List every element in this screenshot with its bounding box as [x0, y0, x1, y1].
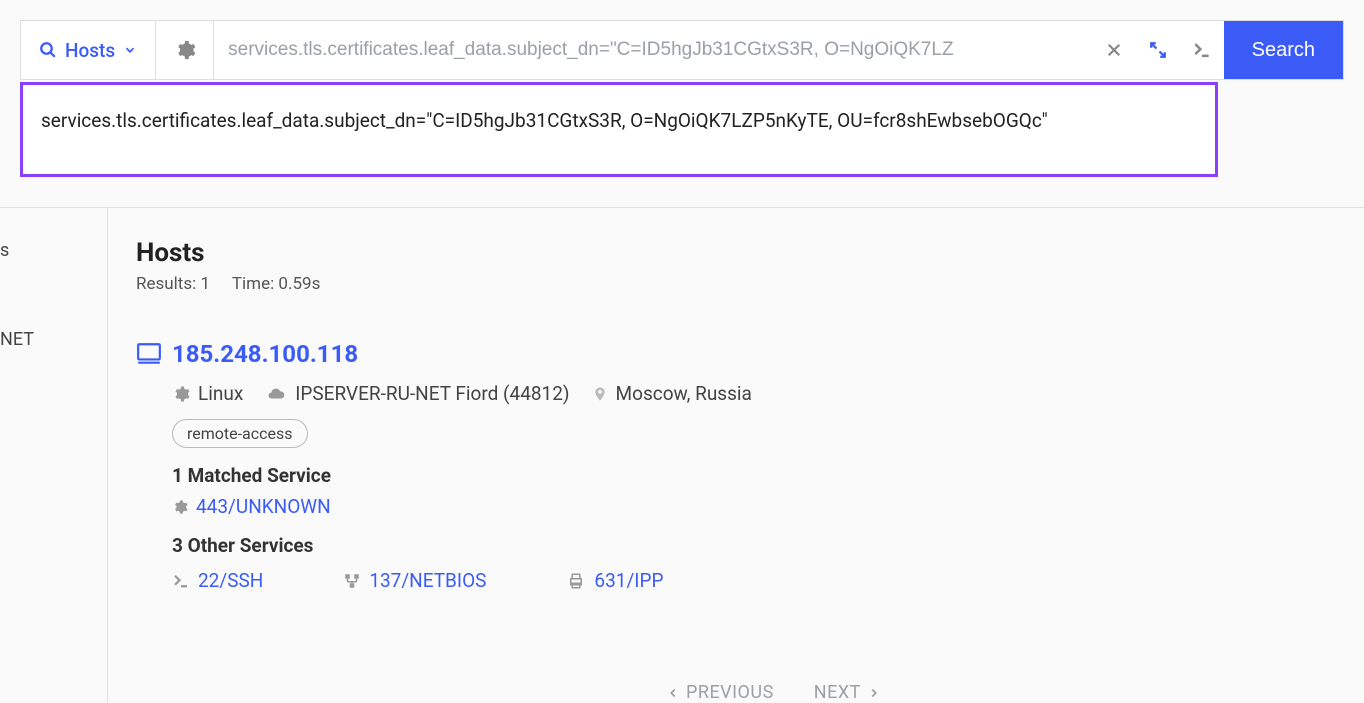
- host-asn: IPSERVER-RU-NET Fiord (44812): [265, 382, 569, 405]
- host-asn-label: IPSERVER-RU-NET Fiord (44812): [295, 382, 569, 405]
- terminal-button[interactable]: [1180, 21, 1224, 79]
- gear-icon: [174, 39, 196, 61]
- terminal-icon: [1192, 40, 1212, 60]
- pager: PREVIOUS NEXT: [666, 682, 1364, 703]
- scope-label: Hosts: [65, 39, 115, 62]
- host-os-label: Linux: [198, 382, 243, 405]
- terminal-icon: [172, 572, 190, 590]
- collapse-icon: [1149, 41, 1167, 59]
- service-ssh-link[interactable]: 22/SSH: [198, 569, 263, 592]
- host-location-label: Moscow, Russia: [616, 382, 752, 405]
- chevron-down-icon: [123, 43, 137, 57]
- previous-button[interactable]: PREVIOUS: [666, 682, 774, 703]
- printer-icon: [566, 572, 586, 590]
- results-count: Results: 1: [136, 274, 210, 294]
- chevron-left-icon: [666, 686, 680, 700]
- host-os: Linux: [172, 382, 243, 405]
- service-ipp-link[interactable]: 631/IPP: [594, 569, 663, 592]
- expanded-query-box[interactable]: services.tls.certificates.leaf_data.subj…: [20, 82, 1218, 177]
- host-ip-link[interactable]: 185.248.100.118: [172, 340, 358, 368]
- results-meta: Results: 1 Time: 0.59s: [136, 274, 1364, 294]
- collapse-button[interactable]: [1136, 21, 1180, 79]
- chevron-right-icon: [867, 686, 881, 700]
- service-netbios-link[interactable]: 137/NETBIOS: [369, 569, 486, 592]
- search-bar: Hosts Search: [20, 20, 1344, 80]
- scope-dropdown[interactable]: Hosts: [21, 21, 156, 79]
- matched-service-link[interactable]: 443/UNKNOWN: [196, 495, 331, 518]
- settings-button[interactable]: [156, 21, 214, 79]
- search-input[interactable]: [214, 21, 1091, 79]
- host-location: Moscow, Russia: [592, 382, 752, 405]
- next-label: NEXT: [814, 682, 861, 703]
- matched-heading: 1 Matched Service: [172, 464, 1364, 487]
- gear-icon: [172, 385, 190, 403]
- sidebar-item-net[interactable]: NET: [0, 269, 107, 358]
- search-icon: [39, 41, 57, 59]
- results-time: Time: 0.59s: [232, 274, 320, 294]
- cloud-icon: [265, 385, 287, 403]
- other-heading: 3 Other Services: [172, 534, 1364, 557]
- sidebar-item-s[interactable]: s: [0, 232, 107, 269]
- search-button[interactable]: Search: [1224, 21, 1343, 79]
- gear-icon: [172, 499, 188, 515]
- clear-button[interactable]: [1092, 21, 1136, 79]
- results-panel: Hosts Results: 1 Time: 0.59s 185.248.100…: [108, 208, 1364, 703]
- previous-label: PREVIOUS: [686, 682, 774, 703]
- close-icon: [1105, 41, 1123, 59]
- monitor-icon: [136, 341, 162, 367]
- next-button[interactable]: NEXT: [814, 682, 881, 703]
- host-tag[interactable]: remote-access: [172, 419, 308, 448]
- location-pin-icon: [592, 384, 608, 404]
- sidebar: s NET: [0, 208, 108, 703]
- network-icon: [343, 572, 361, 590]
- page-title: Hosts: [136, 238, 1364, 268]
